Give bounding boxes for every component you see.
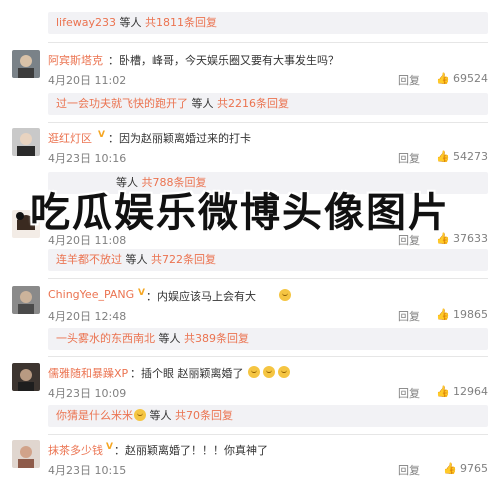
comment-username[interactable]: 儒雅随和暴躁XP <box>48 365 128 381</box>
overlay-title: 吃瓜娱乐微博头像图片 <box>30 190 450 236</box>
avatar[interactable] <box>12 363 40 391</box>
like-count: 19865 <box>453 308 488 321</box>
comment-item: 抹茶多少钱 V ：赵丽颖离婚了！！！你真神了 4月23日 10:15 回复 👍 9… <box>0 440 500 480</box>
comment-text: ：内娱应该马上会有大 <box>146 290 256 303</box>
comment-username[interactable]: 抹茶多少钱 <box>48 442 103 458</box>
reply-summary[interactable]: 过一会功夫就飞快的跑开了 等人 共2216条回复 <box>48 93 488 115</box>
comment-time: 4月20日 11:02 <box>48 74 127 87</box>
comment-feed: lifeway233 等人 共1811条回复 阿宾斯塔克 ：卧槽，峰哥，今天娱乐… <box>0 0 500 480</box>
comment-item: ChingYee_PANG V ：内娱应该马上会有大 4月20日 12:48 回… <box>0 286 500 326</box>
reply-mid-text: 等人 <box>122 253 151 266</box>
thumbs-up-icon: 👍 <box>436 385 450 398</box>
comment-text: ：卧槽，峰哥，今天娱乐圈又要有大事发生吗？ <box>108 54 339 67</box>
avatar[interactable] <box>12 286 40 314</box>
reply-count-link[interactable]: 共722条回复 <box>151 253 216 266</box>
like-count: 12964 <box>453 385 488 398</box>
vip-badge-icon: V <box>98 130 105 140</box>
reply-button[interactable]: 回复 <box>398 150 420 166</box>
comment-text: ：因为赵丽颖离婚过来的打卡 <box>108 132 251 145</box>
reply-button[interactable]: 回复 <box>398 462 420 478</box>
comment-item: 逛红灯区 V ：因为赵丽颖离婚过来的打卡 4月23日 10:16 回复 👍 542… <box>0 128 500 168</box>
reply-user-link[interactable]: 一头雾水的东西南北 <box>56 332 155 345</box>
reply-count-link[interactable]: 共1811条回复 <box>145 16 217 29</box>
reply-mid-text: 等人 <box>188 97 217 110</box>
comment-text: ：插个眼 赵丽颖离婚了 <box>130 367 244 380</box>
like-count: 9765 <box>460 462 488 475</box>
reply-summary[interactable]: 你猜是什么米米 等人 共70条回复 <box>48 405 488 427</box>
divider <box>48 356 488 357</box>
reply-button[interactable]: 回复 <box>398 385 420 401</box>
like-count: 54273 <box>453 150 488 163</box>
smiley-emoji-icon <box>278 366 290 378</box>
comment-item: 儒雅随和暴躁XP ：插个眼 赵丽颖离婚了 4月23日 10:09 回复 👍 129… <box>0 363 500 403</box>
comment-item: 阿宾斯塔克 ：卧槽，峰哥，今天娱乐圈又要有大事发生吗？ 4月20日 11:02 … <box>0 50 500 90</box>
smiley-emoji-icon <box>248 366 260 378</box>
reply-count-link[interactable]: 共70条回复 <box>175 409 233 422</box>
avatar[interactable] <box>12 50 40 78</box>
like-button[interactable]: 👍 54273 <box>436 150 488 163</box>
reply-button[interactable]: 回复 <box>398 72 420 88</box>
smiley-emoji-icon <box>134 409 146 421</box>
reply-user-link[interactable]: lifeway233 <box>56 16 116 29</box>
smiley-emoji-icon <box>263 366 275 378</box>
like-button[interactable]: 👍 69524 <box>436 72 488 85</box>
divider <box>48 434 488 435</box>
avatar[interactable] <box>12 128 40 156</box>
reply-count-link[interactable]: 共2216条回复 <box>217 97 289 110</box>
comment-text: ：赵丽颖离婚了！！！你真神了 <box>114 444 268 457</box>
overlay-bullet <box>16 212 24 220</box>
like-button[interactable]: 👍 19865 <box>436 308 488 321</box>
comment-time: 4月23日 10:15 <box>48 464 127 477</box>
reply-button[interactable]: 回复 <box>398 308 420 324</box>
like-count: 37633 <box>453 232 488 245</box>
reply-summary[interactable]: lifeway233 等人 共1811条回复 <box>48 12 488 34</box>
reply-mid-text: 等人 <box>155 332 184 345</box>
thumbs-up-icon: 👍 <box>436 308 450 321</box>
reply-user-link[interactable]: 连羊都不放过 <box>56 253 122 266</box>
thumbs-up-icon: 👍 <box>436 72 450 85</box>
reply-mid-text: 等人 <box>146 409 175 422</box>
reply-mid-text: 等人 <box>116 16 145 29</box>
avatar[interactable] <box>12 440 40 468</box>
comment-time: 4月20日 12:48 <box>48 310 127 323</box>
like-button[interactable]: 👍 12964 <box>436 385 488 398</box>
reply-summary[interactable]: 连羊都不放过 等人 共722条回复 <box>48 249 488 271</box>
thumbs-up-icon: 👍 <box>443 462 457 475</box>
comment-username[interactable]: 逛红灯区 <box>48 130 92 146</box>
comment-username[interactable]: ChingYee_PANG <box>48 288 134 301</box>
vip-badge-icon: V <box>106 442 113 452</box>
like-button[interactable]: 👍 9765 <box>443 462 488 475</box>
comment-time: 4月23日 10:09 <box>48 387 127 400</box>
vip-badge-icon: V <box>138 288 145 298</box>
smiley-emoji-icon <box>279 289 291 301</box>
reply-user-link[interactable]: 你猜是什么米米 <box>56 409 133 422</box>
comment-username[interactable]: 阿宾斯塔克 <box>48 52 103 68</box>
reply-count-link[interactable]: 共389条回复 <box>184 332 249 345</box>
reply-user-link[interactable]: 过一会功夫就飞快的跑开了 <box>56 97 188 110</box>
divider <box>48 278 488 279</box>
divider <box>48 122 488 123</box>
comment-time: 4月23日 10:16 <box>48 152 127 165</box>
like-count: 69524 <box>453 72 488 85</box>
thumbs-up-icon: 👍 <box>436 150 450 163</box>
divider <box>48 42 488 43</box>
reply-summary[interactable]: 一头雾水的东西南北 等人 共389条回复 <box>48 328 488 350</box>
